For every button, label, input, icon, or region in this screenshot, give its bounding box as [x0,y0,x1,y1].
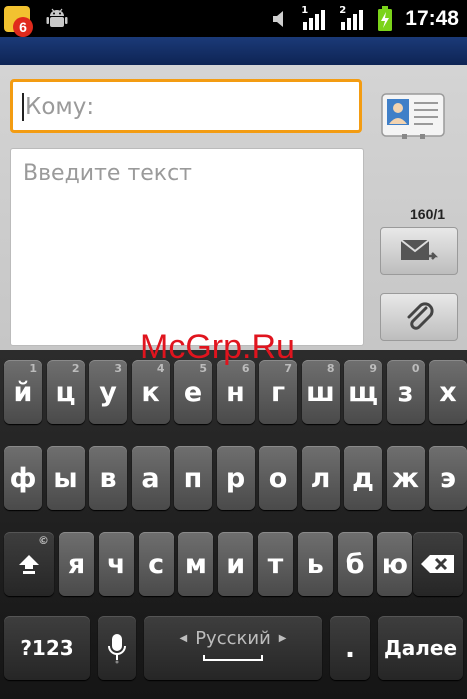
key-label: й [13,376,33,408]
key[interactable]: с [138,532,174,596]
shift-key-hint: © [38,534,49,547]
key[interactable]: б [337,532,373,596]
message-input[interactable] [23,161,348,331]
key-label: у [99,376,117,408]
space-key[interactable]: ◀ Русский ▶ [144,616,322,680]
key[interactable]: я [59,532,94,596]
notification-count-badge: 6 [13,17,33,37]
voice-input-key[interactable] [98,616,136,680]
key-number-hint: 1 [29,362,37,375]
key-label: щ [348,376,378,408]
key[interactable]: и [218,532,254,596]
key[interactable]: й1 [4,360,42,424]
signal-sim1-icon: 1 [301,4,327,31]
key[interactable]: ы [46,446,85,510]
language-prev-arrow-icon: ◀ [179,632,188,644]
backspace-icon [421,555,454,573]
signal-sim2-icon: 2 [339,4,365,31]
language-label: Русский [195,627,271,649]
shift-arrow-icon [19,555,39,574]
key[interactable]: д [344,446,382,510]
key[interactable]: ж [386,446,425,510]
attach-button[interactable] [380,293,458,341]
key[interactable]: в [89,446,127,510]
key-label: г [270,376,286,408]
key[interactable]: ю [377,532,413,596]
android-debug-icon [46,8,68,27]
symbols-key[interactable]: ?123 [4,616,90,680]
notification-app-icon[interactable]: 6 [4,6,33,37]
key-number-hint: 3 [114,362,122,375]
key[interactable]: у3 [89,360,127,424]
watermark: McGrp.Ru [140,328,295,366]
sim1-label: 1 [301,4,309,16]
shift-key[interactable]: © [4,532,54,596]
send-button[interactable] [380,227,458,275]
key-label: ц [55,376,76,408]
key-number-hint: 9 [369,362,377,375]
key[interactable]: щ9 [344,360,382,424]
key[interactable]: е5 [174,360,212,424]
next-key[interactable]: Далее [378,616,463,680]
send-message-icon [400,239,439,260]
recipient-field[interactable] [10,79,362,133]
key-label: н [226,376,245,408]
key[interactable]: ф [4,446,42,510]
key[interactable]: п [174,446,212,510]
key-label: з [397,376,414,408]
key-label: ш [306,376,335,408]
key-number-hint: 2 [71,362,80,375]
period-key[interactable]: . [330,616,370,680]
text-cursor [22,93,24,121]
key[interactable]: з0 [386,360,425,424]
key[interactable]: к4 [131,360,170,424]
paperclip-icon [407,302,434,330]
key[interactable]: ь [297,532,333,596]
contacts-icon[interactable] [378,90,448,140]
key[interactable]: а [131,446,170,510]
message-text-field[interactable] [10,148,364,346]
character-counter: 160/1 [410,206,446,222]
key[interactable]: э [429,446,467,510]
onscreen-keyboard: й1ц2у3к4е5н6г7ш8щ9з0х фывапролджэ ячсмит… [0,350,467,699]
clock: 17:48 [405,6,459,30]
volume-mute-icon [273,10,284,27]
sim2-label: 2 [339,4,347,16]
key[interactable]: ц2 [46,360,85,424]
key[interactable]: ш8 [301,360,340,424]
key[interactable]: х [429,360,467,424]
key-number-hint: 0 [411,362,420,375]
key-number-hint: 8 [326,362,335,375]
key[interactable]: ч [98,532,134,596]
key[interactable]: р [216,446,255,510]
key[interactable]: н6 [216,360,255,424]
recipient-input[interactable] [25,92,345,122]
backspace-key[interactable] [413,532,463,596]
space-bar-icon [203,654,263,661]
key[interactable]: о [259,446,297,510]
battery-icon [378,5,393,31]
microphone-icon [108,634,126,664]
key-label: к [141,376,160,408]
key[interactable]: м [178,532,214,596]
key[interactable]: г7 [259,360,297,424]
key-label: х [439,376,457,408]
title-strip [0,37,467,65]
status-bar: 6 1 2 17:48 [0,0,467,37]
language-next-arrow-icon: ▶ [278,632,287,644]
key-label: е [183,376,203,408]
key[interactable]: л [301,446,340,510]
key[interactable]: т [258,532,293,596]
